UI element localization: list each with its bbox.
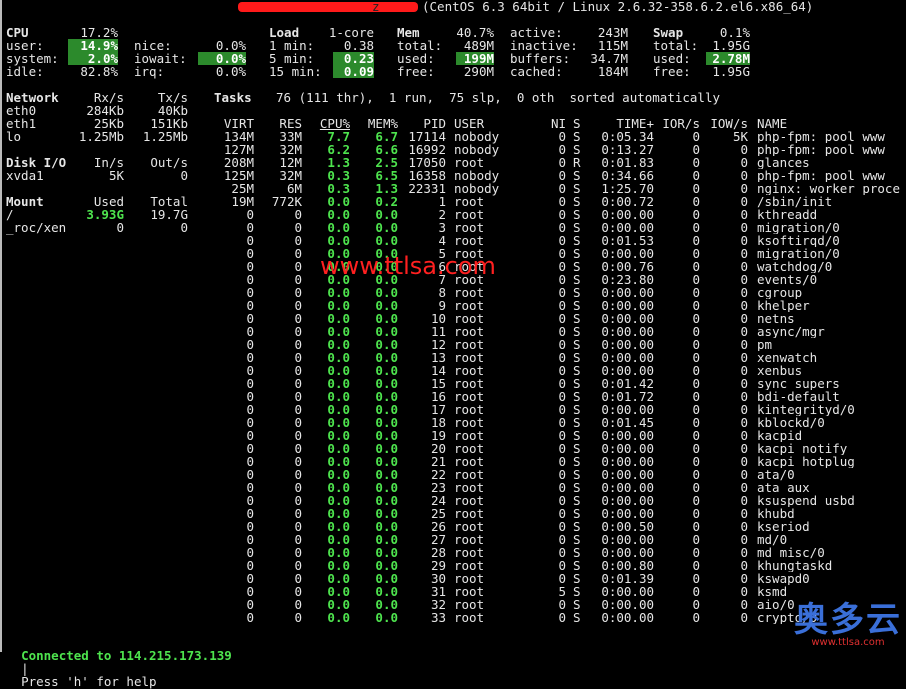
load-15min-label: 15 min:	[269, 64, 322, 79]
proc-name: php-fpm: pool www	[757, 130, 885, 143]
proc-user: root	[454, 610, 485, 625]
proc-name: ksuspend_usbd	[757, 494, 855, 507]
redacted-hostname-bar	[238, 2, 418, 12]
site-logo: 奥多云 www.ttlsa.com	[794, 603, 902, 648]
mem-cached-label: cached:	[510, 64, 563, 79]
disk-out: 0	[180, 168, 188, 183]
proc-mem: 0.0	[375, 610, 398, 625]
proc-name: kswapd0	[757, 572, 810, 585]
proc-cpu: 0.0	[327, 610, 350, 625]
proc-name: kacpi_notify	[757, 442, 848, 455]
proc-res: 0	[294, 610, 302, 625]
tasks-header: Tasks	[214, 90, 252, 105]
proc-pid: 33	[430, 610, 446, 625]
network-rx: 1.25Mb	[78, 129, 124, 144]
proc-time: 0:00.00	[601, 610, 654, 625]
proc-name: php-fpm: pool www	[757, 169, 885, 182]
mem-free-label: free:	[397, 64, 435, 79]
proc-name: watchdog/0	[757, 260, 833, 273]
mount-total: 0	[180, 220, 188, 235]
help-hint: Press 'h' for help	[21, 674, 157, 689]
cpu-idle-value: 82.8%	[80, 64, 118, 79]
proc-name: migration/0	[757, 247, 840, 260]
proc-virt: 0	[246, 610, 254, 625]
mem-free-value: 290M	[463, 64, 494, 79]
proc-name: bdi-default	[757, 390, 840, 403]
proc-name: sync_supers	[757, 377, 840, 390]
cpu-irq-label: irq:	[134, 64, 165, 79]
proc-name: ksmd	[757, 585, 788, 598]
cpu-idle-label: idle:	[6, 64, 44, 79]
proc-name: md/0	[757, 533, 788, 546]
proc-ior: 0	[692, 610, 700, 625]
network-tx: 1.25Mb	[142, 129, 188, 144]
proc-name: glances	[757, 156, 810, 169]
proc-s: S	[573, 610, 581, 625]
proc-name: kthreadd	[757, 208, 818, 221]
proc-name: ata/0	[757, 468, 795, 481]
proc-name: kintegrityd/0	[757, 403, 855, 416]
proc-name: cgroup	[757, 286, 803, 299]
disk-name: xvda1	[6, 168, 44, 183]
proc-name: kseriod	[757, 520, 810, 533]
proc-name: netns	[757, 312, 795, 325]
proc-iow: 0	[740, 610, 748, 625]
proc-name: kacpi_hotplug	[757, 455, 855, 468]
network-iface: lo	[6, 129, 22, 144]
proc-name: kblockd/0	[757, 416, 825, 429]
mount-used: 0	[116, 220, 124, 235]
proc-name: kacpid	[757, 429, 803, 442]
proc-name: php-fpm: pool www	[757, 143, 885, 156]
tasks-summary: 76 (111 thr), 1 run, 75 slp, 0 oth sorte…	[276, 90, 721, 105]
proc-name: khungtaskd	[757, 559, 833, 572]
footer-bar: Connected to 114.215.173.139 | Press 'h'…	[6, 636, 232, 688]
mount-name: _roc/xen	[6, 220, 67, 235]
title-bar-os: (CentOS 6.3 64bit / Linux 2.6.32-358.6.2…	[422, 0, 814, 14]
proc-name: migration/0	[757, 221, 840, 234]
proc-name: ksoftirqd/0	[757, 234, 840, 247]
swap-free-value: 1.95G	[712, 64, 750, 79]
watermark: www.ttlsa.com	[320, 252, 496, 280]
proc-name: nginx: worker proce	[757, 182, 900, 195]
mem-cached-value: 184M	[597, 64, 628, 79]
load-15min-value: 0.09	[333, 65, 374, 78]
connection-status: Connected to 114.215.173.139	[21, 648, 232, 663]
proc-name: ata_aux	[757, 481, 810, 494]
proc-name: /sbin/init	[757, 195, 833, 208]
proc-name: events/0	[757, 273, 818, 286]
window-border	[0, 0, 2, 652]
proc-name: xenbus	[757, 364, 803, 377]
proc-name: khelper	[757, 299, 810, 312]
proc-ni: 0	[558, 610, 566, 625]
proc-name: md_misc/0	[757, 546, 825, 559]
proc-name: pm	[757, 338, 773, 351]
proc-name: async/mgr	[757, 325, 825, 338]
disk-in: 5K	[108, 168, 124, 183]
logo-chinese-text: 奥多云	[794, 600, 902, 640]
swap-free-label: free:	[653, 64, 691, 79]
title-hostname-char: z	[372, 0, 380, 14]
proc-name: xenwatch	[757, 351, 818, 364]
col-name-header: NAME	[757, 116, 788, 131]
cpu-irq-value: 0.0%	[215, 64, 246, 79]
proc-name: khubd	[757, 507, 795, 520]
